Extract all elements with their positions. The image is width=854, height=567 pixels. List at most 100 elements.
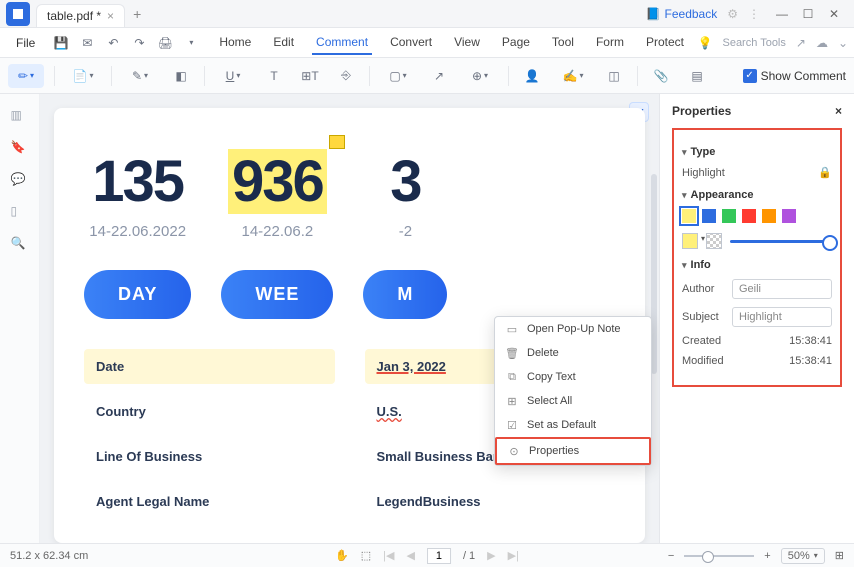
author-input[interactable] [732, 279, 832, 299]
overflow-icon[interactable]: ⌄ [838, 36, 848, 50]
undo-icon[interactable]: ↶ [103, 33, 123, 53]
color-swatch-blue[interactable] [702, 209, 716, 223]
menu-form[interactable]: Form [592, 31, 628, 55]
textbox-tool[interactable]: ⊞T [297, 64, 323, 88]
signature-tool[interactable]: ✍ [555, 64, 591, 88]
color-swatch-green[interactable] [722, 209, 736, 223]
comments-panel-tool[interactable]: ▤ [684, 64, 710, 88]
bulb-icon[interactable]: 💡 [698, 36, 713, 50]
ctx-properties[interactable]: ⊙Properties [495, 437, 651, 465]
show-comment-toggle[interactable]: ✓ Show Comment [743, 69, 846, 83]
bookmarks-icon[interactable]: 🔖 [11, 140, 29, 158]
close-panel-icon[interactable]: × [835, 104, 842, 118]
opacity-grid-icon[interactable] [706, 233, 722, 249]
ctx-open-popup-note[interactable]: ▭Open Pop-Up Note [495, 317, 651, 341]
day-pill[interactable]: DAY [84, 270, 191, 319]
menu-edit[interactable]: Edit [269, 31, 298, 55]
stamp-tool[interactable]: 👤 [519, 64, 545, 88]
eraser-tool[interactable]: ◧ [168, 64, 194, 88]
save-icon[interactable]: 💾 [51, 33, 71, 53]
menubar: File 💾 ✉ ↶ ↷ 🖨 ▾ Home Edit Comment Conve… [0, 28, 854, 58]
cloud-icon[interactable]: ☁ [816, 36, 828, 50]
menu-comment[interactable]: Comment [312, 31, 372, 55]
last-page-icon[interactable]: ▶| [508, 549, 519, 562]
shape-rect-tool[interactable]: ▢ [380, 64, 416, 88]
attach-tool[interactable]: 📎 [648, 64, 674, 88]
underline-tool[interactable]: U [215, 64, 251, 88]
info-section-header[interactable]: Info [682, 259, 832, 271]
type-section-header[interactable]: Type [682, 146, 832, 158]
subject-label: Subject [682, 311, 719, 323]
ctx-delete[interactable]: 🗑Delete [495, 341, 651, 365]
context-menu: ▭Open Pop-Up Note 🗑Delete ⧉Copy Text ⊞Se… [494, 316, 652, 466]
next-page-icon[interactable]: ▶ [487, 549, 495, 562]
shape-arrow-tool[interactable]: ↗ [426, 64, 452, 88]
color-swatch-yellow[interactable] [682, 209, 696, 223]
appearance-section-header[interactable]: Appearance [682, 189, 832, 201]
color-swatch-purple[interactable] [782, 209, 796, 223]
note-tool[interactable]: 📄 [65, 64, 101, 88]
attachments-icon[interactable]: ▯ [11, 204, 29, 222]
search-tools-placeholder[interactable]: Search Tools [722, 37, 785, 49]
partial-pill[interactable]: M [363, 270, 447, 319]
ctx-copy-text[interactable]: ⧉Copy Text [495, 365, 651, 389]
gear-icon: ⊙ [507, 444, 521, 458]
close-window-button[interactable]: ✕ [822, 4, 846, 24]
first-page-icon[interactable]: |◀ [383, 549, 394, 562]
popup-note-icon[interactable] [329, 135, 345, 149]
menu-page[interactable]: Page [498, 31, 534, 55]
zoom-slider[interactable] [684, 555, 754, 557]
week-pill[interactable]: WEE [221, 270, 333, 319]
user-icon[interactable]: ⚙ [727, 7, 738, 21]
app-icon [6, 2, 30, 26]
menu-protect[interactable]: Protect [642, 31, 688, 55]
prev-page-icon[interactable]: ◀ [406, 549, 414, 562]
qat-more-icon[interactable]: ▾ [181, 33, 201, 53]
measure-tool[interactable]: ⊕ [462, 64, 498, 88]
color-swatch-red[interactable] [742, 209, 756, 223]
close-tab-icon[interactable]: × [107, 9, 114, 23]
fill-preview-icon[interactable]: ▾ [682, 233, 698, 249]
lock-icon[interactable]: 🔒 [818, 166, 832, 179]
subject-input[interactable] [732, 307, 832, 327]
comments-icon[interactable]: 💬 [11, 172, 29, 190]
titlebar: table.pdf * × + 📘 Feedback ⚙ ⋮ — ☐ ✕ [0, 0, 854, 28]
pencil-tool[interactable]: ✎ [122, 64, 158, 88]
opacity-slider[interactable] [730, 240, 832, 243]
menu-view[interactable]: View [450, 31, 484, 55]
page-number-input[interactable] [427, 548, 451, 564]
stat-value-highlighted[interactable]: 936 [221, 148, 333, 215]
zoom-in-icon[interactable]: + [764, 550, 770, 562]
search-panel-icon[interactable]: 🔍 [11, 236, 29, 254]
menu-home[interactable]: Home [215, 31, 255, 55]
left-sidebar: ▥ 🔖 💬 ▯ 🔍 [0, 94, 40, 543]
more-icon[interactable]: ⋮ [748, 7, 760, 21]
text-tool[interactable]: T [261, 64, 287, 88]
zoom-out-icon[interactable]: − [668, 550, 674, 562]
printer-icon[interactable]: 🖨 [155, 33, 175, 53]
feedback-link[interactable]: 📘 Feedback [646, 7, 718, 21]
zoom-select[interactable]: 50%▾ [781, 548, 825, 564]
menu-convert[interactable]: Convert [386, 31, 436, 55]
hand-tool-icon[interactable]: ✋ [335, 549, 349, 562]
file-menu[interactable]: File [6, 32, 45, 54]
highlight-tool[interactable]: ✏ [8, 64, 44, 88]
print-icon[interactable]: ✉ [77, 33, 97, 53]
new-tab-button[interactable]: + [133, 6, 141, 22]
fit-page-icon[interactable]: ⊞ [835, 549, 844, 562]
document-tab[interactable]: table.pdf * × [36, 4, 125, 27]
ctx-set-default[interactable]: ☑Set as Default [495, 413, 651, 437]
callout-tool[interactable]: ⎆ [333, 64, 359, 88]
redo-icon[interactable]: ↷ [129, 33, 149, 53]
document-canvas[interactable]: w 135 14-22.06.2022 DAY 936 14-22.06.2 W… [40, 94, 659, 543]
share-icon[interactable]: ↗ [796, 36, 806, 50]
type-value: Highlight [682, 167, 725, 179]
select-tool-icon[interactable]: ⬚ [361, 549, 371, 562]
thumbnails-icon[interactable]: ▥ [11, 108, 29, 126]
shapes-tool[interactable]: ◫ [601, 64, 627, 88]
ctx-select-all[interactable]: ⊞Select All [495, 389, 651, 413]
minimize-button[interactable]: — [770, 4, 794, 24]
menu-tool[interactable]: Tool [548, 31, 578, 55]
color-swatch-orange[interactable] [762, 209, 776, 223]
maximize-button[interactable]: ☐ [796, 4, 820, 24]
